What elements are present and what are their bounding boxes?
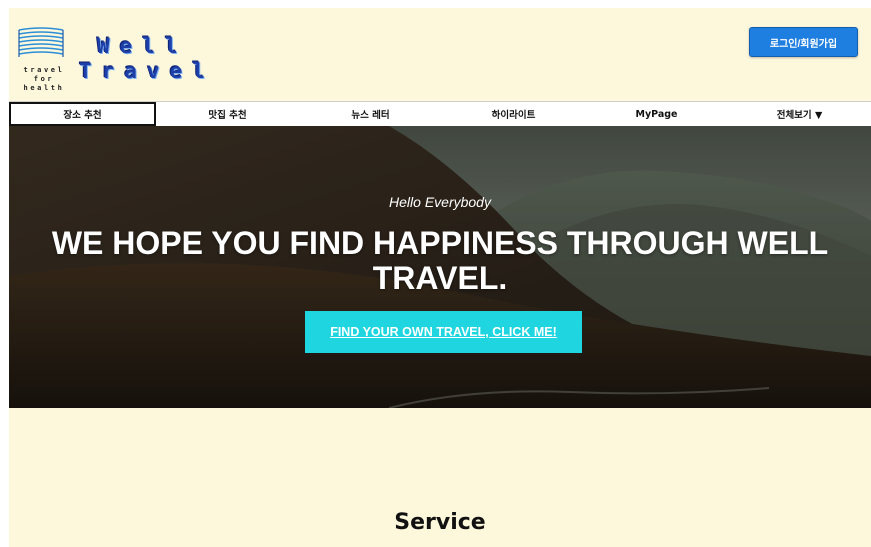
- nav-item-restaurants[interactable]: 맛집 추천: [156, 102, 299, 126]
- logo-tagline: travel for health: [23, 66, 65, 92]
- logo-word-travel: Travel: [79, 59, 215, 83]
- main-nav: 장소 추천 맛집 추천 뉴스 레터 하이라이트 MyPage 전체보기 ▼: [9, 101, 871, 126]
- building-logo-icon: [18, 27, 64, 57]
- nav-item-newsletter[interactable]: 뉴스 레터: [299, 102, 442, 126]
- logo-word-well: Well: [97, 34, 188, 58]
- login-signup-button[interactable]: 로그인/회원가입: [749, 27, 858, 57]
- logo[interactable]: travel for health Well Travel: [17, 22, 217, 96]
- nav-item-highlights[interactable]: 하이라이트: [442, 102, 585, 126]
- nav-item-view-all[interactable]: 전체보기 ▼: [728, 102, 871, 126]
- service-section-title: Service: [394, 510, 486, 535]
- nav-item-mypage[interactable]: MyPage: [585, 102, 728, 126]
- page: travel for health Well Travel 로그인/회원가입 장…: [9, 8, 871, 547]
- hero-subtitle: Hello Everybody: [389, 194, 491, 210]
- nav-item-places[interactable]: 장소 추천: [9, 102, 156, 126]
- hero-title: WE HOPE YOU FIND HAPPINESS THROUGH WELL …: [51, 225, 829, 296]
- hero-banner: Hello Everybody WE HOPE YOU FIND HAPPINE…: [9, 126, 871, 408]
- find-travel-cta-button[interactable]: FIND YOUR OWN TRAVEL, CLICK ME!: [305, 311, 582, 353]
